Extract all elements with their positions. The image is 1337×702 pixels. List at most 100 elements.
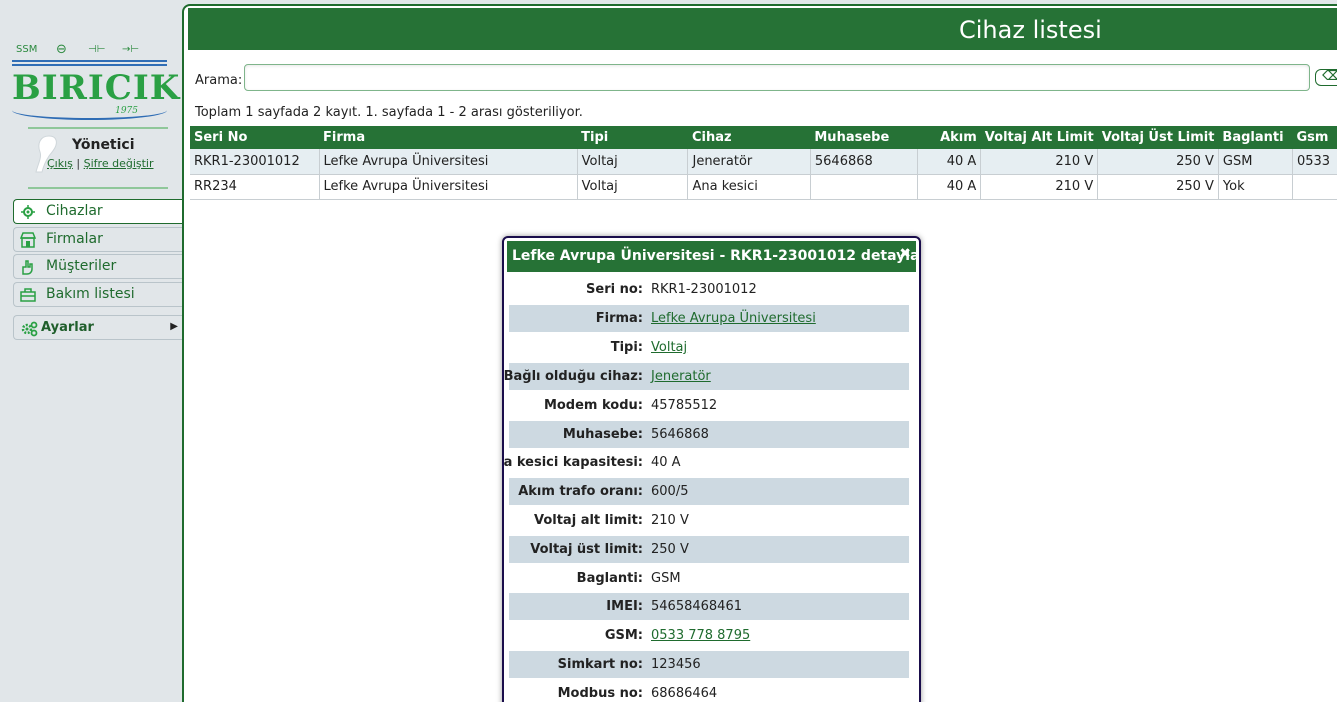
nav-item-bakim-listesi[interactable]: Bakım listesi xyxy=(13,282,182,307)
logout-link[interactable]: Çıkış xyxy=(47,157,73,170)
search-clear-button[interactable]: ⌫ xyxy=(1315,69,1337,86)
link-separator: | xyxy=(76,157,81,170)
detail-value: 45785512 xyxy=(651,398,718,413)
detail-row: Bağlı olduğu cihaz: Jeneratör xyxy=(504,363,909,390)
logo-symbols: SSM ⊖ ⊣⊢ →⊢ xyxy=(16,42,166,60)
detail-value: 123456 xyxy=(651,657,701,672)
nav-item-cihazlar[interactable]: Cihazlar xyxy=(13,199,182,224)
column-header[interactable]: Cihaz xyxy=(687,126,811,149)
detail-row: Modbus no: 68686464 xyxy=(509,680,909,702)
divider xyxy=(28,127,168,129)
detail-key: Baglanti: xyxy=(576,571,643,586)
gsm-link[interactable]: 0533 778 8795 xyxy=(651,628,750,643)
table-cell: 5646868 xyxy=(810,149,919,175)
table-cell: RR234 xyxy=(190,174,320,200)
table-cell: Voltaj xyxy=(577,174,689,200)
detail-row: Seri no: RKR1-23001012 xyxy=(509,276,909,303)
detail-value: 40 A xyxy=(651,455,681,470)
gears-icon xyxy=(21,321,38,337)
detail-row: Tipi: Voltaj xyxy=(509,334,909,361)
parent-device-link[interactable]: Jeneratör xyxy=(651,369,711,384)
logo-symbol: →⊢ xyxy=(122,44,140,55)
table-cell: Lefke Avrupa Üniversitesi xyxy=(319,174,578,200)
detail-row: IMEI: 54658468461 xyxy=(509,593,909,620)
page-title: Cihaz listesi xyxy=(959,16,1102,44)
nav-label: Bakım listesi xyxy=(46,286,135,302)
tipi-link[interactable]: Voltaj xyxy=(651,340,687,355)
detail-key: Ana kesici kapasitesi: xyxy=(503,455,643,470)
detail-key: GSM: xyxy=(604,628,643,643)
nav-label: Firmalar xyxy=(46,231,103,247)
detail-value: GSM xyxy=(651,571,681,586)
detail-key: Modbus no: xyxy=(557,686,643,701)
detail-key: Muhasebe: xyxy=(562,427,643,442)
hand-icon xyxy=(22,260,33,275)
detail-key: Seri no: xyxy=(586,282,643,297)
detail-value: 600/5 xyxy=(651,484,689,499)
detail-key: IMEI: xyxy=(606,599,643,614)
search-input[interactable] xyxy=(244,64,1310,91)
column-header[interactable]: Voltaj Alt Limit xyxy=(980,126,1098,149)
column-header[interactable]: Gsm xyxy=(1292,126,1337,149)
biricik-logo[interactable]: SSM ⊖ ⊣⊢ →⊢ BIRICIK 1975 xyxy=(12,42,181,122)
divider xyxy=(28,187,168,189)
detail-value: 210 V xyxy=(651,513,689,528)
detail-key: Simkart no: xyxy=(557,657,643,672)
detail-key: Voltaj üst limit: xyxy=(530,542,643,557)
device-table: Seri No Firma Tipi Cihaz Muhasebe Akım V… xyxy=(190,126,1337,200)
column-header[interactable]: Akım xyxy=(917,126,981,149)
logo-arc xyxy=(12,106,167,120)
table-cell: Ana kesici xyxy=(687,174,811,200)
dialog-header[interactable]: Lefke Avrupa Üniversitesi - RKR1-2300101… xyxy=(507,241,919,272)
detail-key: Bağlı olduğu cihaz: xyxy=(503,369,643,384)
search-label: Arama: xyxy=(195,73,243,88)
detail-key: Voltaj alt limit: xyxy=(533,513,643,528)
column-header[interactable]: Baglanti xyxy=(1218,126,1293,149)
column-header[interactable]: Tipi xyxy=(577,126,688,149)
sidebar: SSM ⊖ ⊣⊢ →⊢ BIRICIK 1975 Yönetici Çıkış … xyxy=(0,0,182,702)
table-cell: 250 V xyxy=(1097,149,1219,175)
firma-link[interactable]: Lefke Avrupa Üniversitesi xyxy=(651,311,816,326)
column-header[interactable]: Muhasebe xyxy=(810,126,918,149)
user-panel: Yönetici Çıkış | Şifre değiştir xyxy=(28,132,178,182)
nav-item-musteriler[interactable]: Müşteriler xyxy=(13,254,182,279)
page-header: Cihaz listesi xyxy=(188,8,1337,50)
nav-label: Cihazlar xyxy=(46,203,103,219)
table-header-row: Seri No Firma Tipi Cihaz Muhasebe Akım V… xyxy=(190,126,1337,149)
table-row[interactable]: RKR1-23001012 Lefke Avrupa Üniversitesi … xyxy=(190,149,1337,175)
detail-row: Akım trafo oranı: 600/5 xyxy=(509,478,909,505)
settings-menu[interactable]: Ayarlar ▶ xyxy=(13,315,182,340)
detail-value: 250 V xyxy=(651,542,689,557)
close-icon[interactable]: ✖ xyxy=(899,246,911,262)
user-links: Çıkış | Şifre değiştir xyxy=(47,157,154,170)
nav-label: Müşteriler xyxy=(46,258,117,274)
detail-row: Firma: Lefke Avrupa Üniversitesi xyxy=(509,305,909,332)
detail-key: Tipi: xyxy=(610,340,643,355)
logo-symbol: ⊣⊢ xyxy=(88,44,106,55)
column-header[interactable]: Voltaj Üst Limit xyxy=(1097,126,1219,149)
column-header[interactable]: Seri No xyxy=(190,126,320,149)
detail-key: Modem kodu: xyxy=(543,398,643,413)
table-cell: 210 V xyxy=(980,174,1099,200)
table-cell: Lefke Avrupa Üniversitesi xyxy=(319,149,578,175)
detail-key: Akım trafo oranı: xyxy=(518,484,643,499)
nav-item-firmalar[interactable]: Firmalar xyxy=(13,227,182,252)
store-icon xyxy=(20,232,36,248)
detail-row: GSM: 0533 778 8795 xyxy=(509,622,909,649)
detail-row: Voltaj alt limit: 210 V xyxy=(509,507,909,534)
table-cell: GSM xyxy=(1218,149,1293,175)
column-header[interactable]: Firma xyxy=(319,126,578,149)
table-row[interactable]: RR234 Lefke Avrupa Üniversitesi Voltaj A… xyxy=(190,174,1337,200)
detail-row: Modem kodu: 45785512 xyxy=(509,392,909,419)
device-icon xyxy=(21,205,35,219)
change-password-link[interactable]: Şifre değiştir xyxy=(84,157,154,170)
logo-brand: BIRICIK xyxy=(12,68,181,108)
detail-key: Firma: xyxy=(595,311,643,326)
settings-label: Ayarlar xyxy=(41,320,94,335)
detail-value: RKR1-23001012 xyxy=(651,282,757,297)
table-cell: 0533 xyxy=(1292,149,1337,175)
detail-value: 68686464 xyxy=(651,686,718,701)
toolbox-icon xyxy=(20,288,36,302)
detail-value: 54658468461 xyxy=(651,599,742,614)
table-cell: Voltaj xyxy=(577,149,689,175)
